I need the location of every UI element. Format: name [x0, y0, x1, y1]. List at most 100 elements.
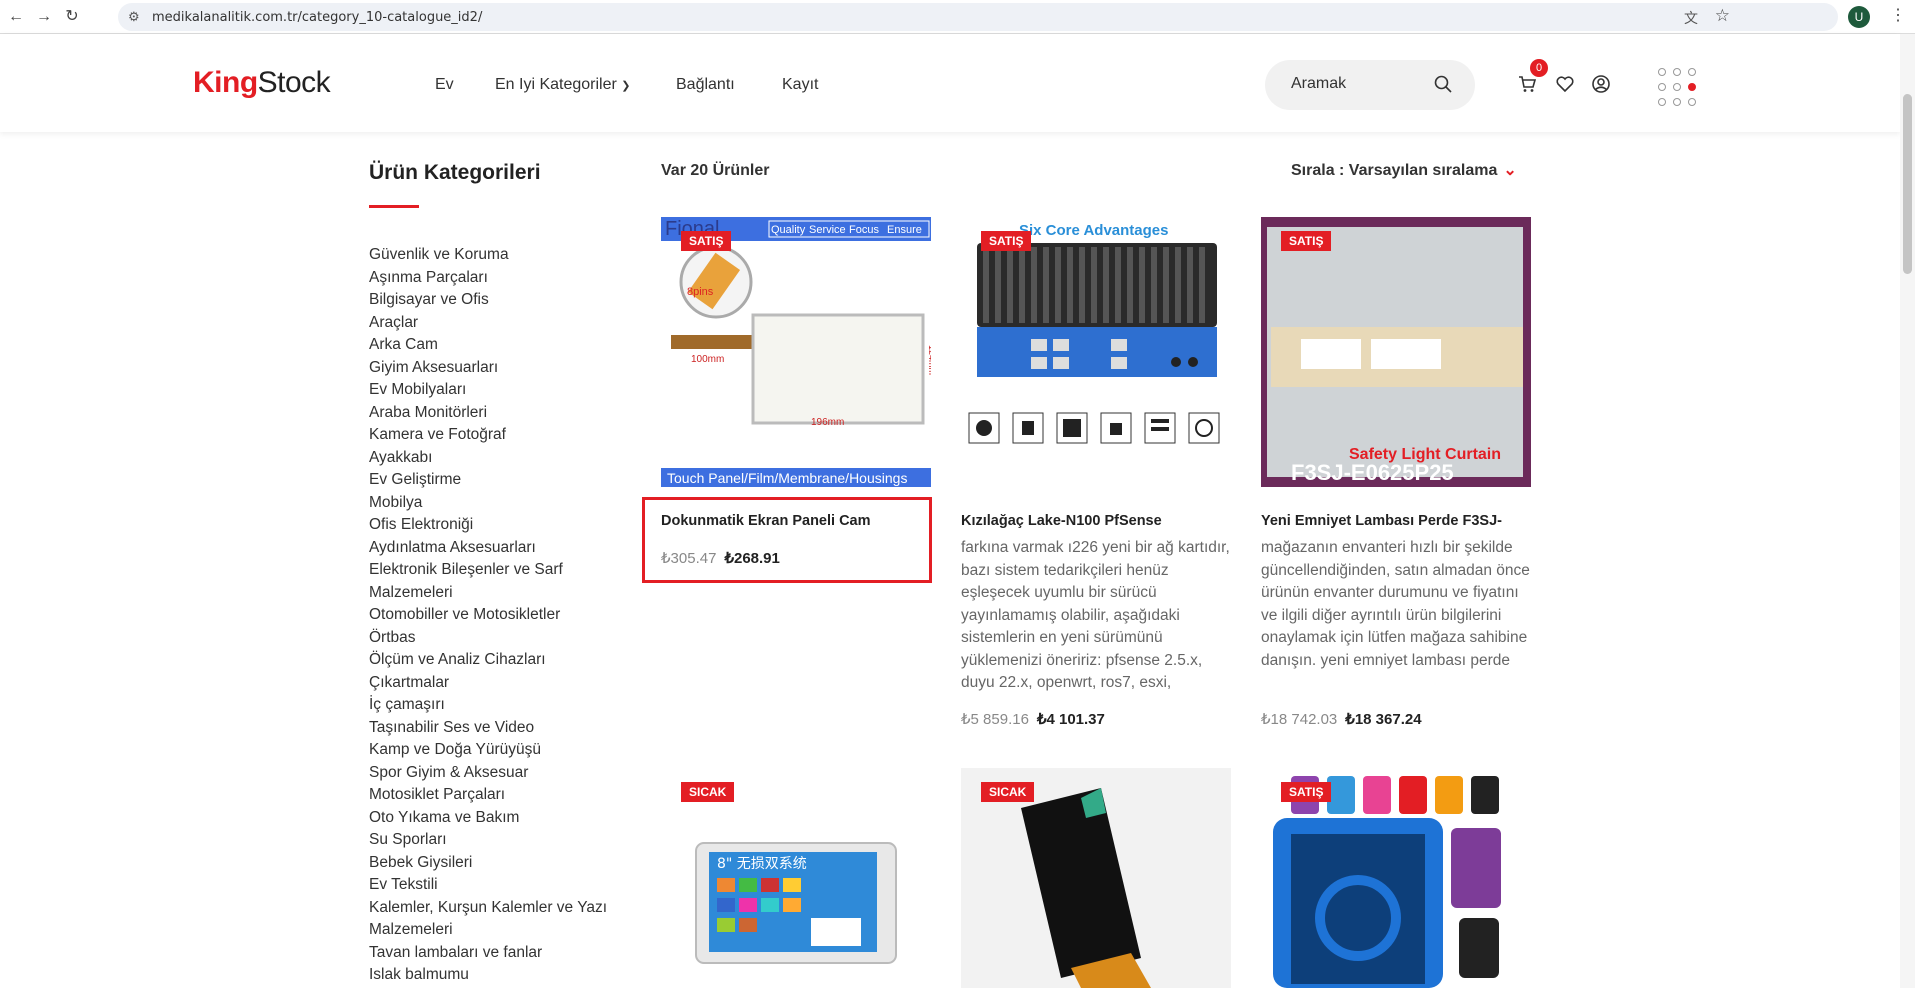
category-item[interactable]: Güvenlik ve Koruma — [369, 244, 629, 267]
nav-home[interactable]: Ev — [435, 76, 454, 94]
wishlist-heart-icon[interactable] — [1555, 74, 1575, 94]
product-image[interactable]: Six Core Advantages SATIŞ — [961, 217, 1231, 487]
price-old: ₺5 859.16 — [961, 711, 1029, 728]
category-item[interactable]: İç çamaşırı — [369, 694, 629, 717]
cart-count-badge: 0 — [1530, 59, 1548, 77]
price-new: ₺18 367.24 — [1345, 711, 1422, 728]
category-item[interactable]: Ayakkabı — [369, 447, 629, 470]
sidebar-title: Ürün Kategorileri — [369, 161, 541, 184]
product-price: ₺5 859.16 ₺4 101.37 — [961, 710, 1105, 728]
site-logo[interactable]: KingStock — [193, 66, 331, 100]
svg-text:196mm: 196mm — [811, 417, 844, 428]
product-badge: SICAK — [681, 782, 735, 802]
svg-text:Ensure: Ensure — [887, 224, 922, 236]
category-item[interactable]: Otomobiller ve Motosikletler — [369, 604, 629, 627]
svg-text:8" 无损双系统: 8" 无损双系统 — [717, 856, 807, 872]
browser-toolbar: ← → ↻ ⚙ medikalanalitik.com.tr/category_… — [0, 0, 1915, 34]
chevron-down-icon: ⌄ — [1503, 162, 1517, 179]
svg-text:Touch Panel/Film/Membrane/Hous: Touch Panel/Film/Membrane/Housings — [667, 470, 907, 486]
product-badge: SATIŞ — [1281, 231, 1332, 251]
search-box — [1265, 60, 1475, 110]
category-item[interactable]: Su Sporları — [369, 829, 629, 852]
category-item[interactable]: Oto Yıkama ve Bakım — [369, 807, 629, 830]
svg-text:Service: Service — [809, 224, 846, 236]
category-item[interactable]: Kamera ve Fotoğraf — [369, 424, 629, 447]
account-icon[interactable] — [1591, 74, 1611, 94]
translate-icon[interactable]: 文 — [1684, 8, 1698, 28]
product-badge: SICAK — [981, 782, 1035, 802]
category-item[interactable]: Araçlar — [369, 312, 629, 335]
selection-highlight — [642, 497, 932, 583]
category-item[interactable]: Giyim Aksesuarları — [369, 357, 629, 380]
category-item[interactable]: Ev Geliştirme — [369, 469, 629, 492]
url-text[interactable]: medikalanalitik.com.tr/category_10-catal… — [152, 10, 482, 25]
product-description: mağazanın envanteri hızlı bir şekilde gü… — [1261, 539, 1530, 669]
nav-top-categories[interactable]: En Iyi Kategoriler ❯ — [495, 76, 631, 94]
category-item[interactable]: Ofis Elektroniği — [369, 514, 629, 537]
address-bar[interactable]: ⚙ medikalanalitik.com.tr/category_10-cat… — [118, 3, 1838, 31]
category-item[interactable]: Elektronik Bileşenler ve Sarf Malzemeler… — [369, 559, 629, 604]
category-item[interactable]: Mobilya — [369, 492, 629, 515]
search-icon[interactable] — [1433, 74, 1453, 94]
scrollbar-thumb[interactable] — [1903, 94, 1912, 274]
product-image[interactable]: SATIŞ — [1261, 768, 1531, 988]
product-description: farkına varmak ı226 yeni bir ağ kartıdır… — [961, 539, 1230, 691]
svg-text:F3SJ-E0625P25: F3SJ-E0625P25 — [1291, 460, 1454, 485]
nav-register[interactable]: Kayıt — [782, 76, 818, 94]
profile-avatar[interactable]: U — [1848, 6, 1870, 28]
search-input[interactable] — [1291, 75, 1421, 93]
category-item[interactable]: Islak balmumu — [369, 964, 629, 987]
site-settings-icon[interactable]: ⚙ — [128, 9, 140, 25]
forward-icon[interactable]: → — [34, 7, 54, 27]
price-new: ₺4 101.37 — [1036, 711, 1105, 728]
chevron-down-icon: ❯ — [621, 80, 631, 92]
category-item[interactable]: Ev Mobilyaları — [369, 379, 629, 402]
site-header: KingStock Ev En Iyi Kategoriler ❯ Bağlan… — [0, 34, 1900, 132]
category-item[interactable]: Taşınabilir Ses ve Video — [369, 717, 629, 740]
category-item[interactable]: Aydınlatma Aksesuarları — [369, 537, 629, 560]
page-scrollbar[interactable] — [1900, 34, 1915, 988]
product-image[interactable]: SICAK — [961, 768, 1231, 988]
svg-text:124mm: 124mm — [927, 345, 931, 375]
product-name[interactable]: Kızılağaç Lake-N100 PfSense — [961, 513, 1162, 529]
product-name[interactable]: Yeni Emniyet Lambası Perde F3SJ- — [1261, 513, 1502, 529]
category-item[interactable]: Kamp ve Doğa Yürüyüşü — [369, 739, 629, 762]
apps-grid-icon[interactable] — [1658, 68, 1698, 108]
category-item[interactable]: Örtbas — [369, 627, 629, 650]
svg-text:Focus: Focus — [849, 224, 879, 236]
svg-text:100mm: 100mm — [691, 354, 724, 365]
price-old: ₺18 742.03 — [1261, 711, 1338, 728]
category-item[interactable]: Aşınma Parçaları — [369, 267, 629, 290]
product-price: ₺18 742.03 ₺18 367.24 — [1261, 710, 1422, 728]
category-item[interactable]: Spor Giyim & Aksesuar — [369, 762, 629, 785]
back-icon[interactable]: ← — [6, 7, 26, 27]
sidebar-title-underline — [369, 205, 419, 208]
category-item[interactable]: Bilgisayar ve Ofis — [369, 289, 629, 312]
svg-text:8pins: 8pins — [687, 286, 714, 298]
category-item[interactable]: Kalemler, Kurşun Kalemler ve Yazı Malzem… — [369, 897, 629, 942]
cart-icon[interactable] — [1517, 74, 1537, 94]
sort-dropdown[interactable]: Sırala : Varsayılan sıralama ⌄ — [1291, 160, 1517, 180]
product-image[interactable]: 8" 无损双系统 SICAK — [661, 768, 931, 988]
category-item[interactable]: Motosiklet Parçaları — [369, 784, 629, 807]
product-badge: SATIŞ — [981, 231, 1032, 251]
category-item[interactable]: Tavan lambaları ve fanlar — [369, 942, 629, 965]
category-item[interactable]: Ev Tekstili — [369, 874, 629, 897]
product-badge: SATIŞ — [1281, 782, 1332, 802]
svg-text:Quality: Quality — [771, 224, 806, 236]
reload-icon[interactable]: ↻ — [62, 7, 82, 27]
category-item[interactable]: Arka Cam — [369, 334, 629, 357]
svg-text:Six Core Advantages: Six Core Advantages — [1019, 222, 1169, 239]
category-item[interactable]: Çıkartmalar — [369, 672, 629, 695]
nav-contact[interactable]: Bağlantı — [676, 76, 735, 94]
bookmark-star-icon[interactable]: ☆ — [1715, 6, 1730, 26]
product-badge: SATIŞ — [681, 231, 732, 251]
category-item[interactable]: Ölçüm ve Analiz Cihazları — [369, 649, 629, 672]
category-item[interactable]: Araba Monitörleri — [369, 402, 629, 425]
result-count: Var 20 Ürünler — [661, 162, 770, 179]
category-list: Güvenlik ve Koruma Aşınma Parçaları Bilg… — [369, 244, 629, 987]
browser-menu-icon[interactable]: ⋮ — [1890, 5, 1906, 25]
product-image[interactable]: Safety Light Curtain F3SJ-E0625P25 SATIŞ — [1261, 217, 1531, 487]
product-image[interactable]: Fional Quality Service Focus Ensure 8pin… — [661, 217, 931, 487]
category-item[interactable]: Bebek Giysileri — [369, 852, 629, 875]
